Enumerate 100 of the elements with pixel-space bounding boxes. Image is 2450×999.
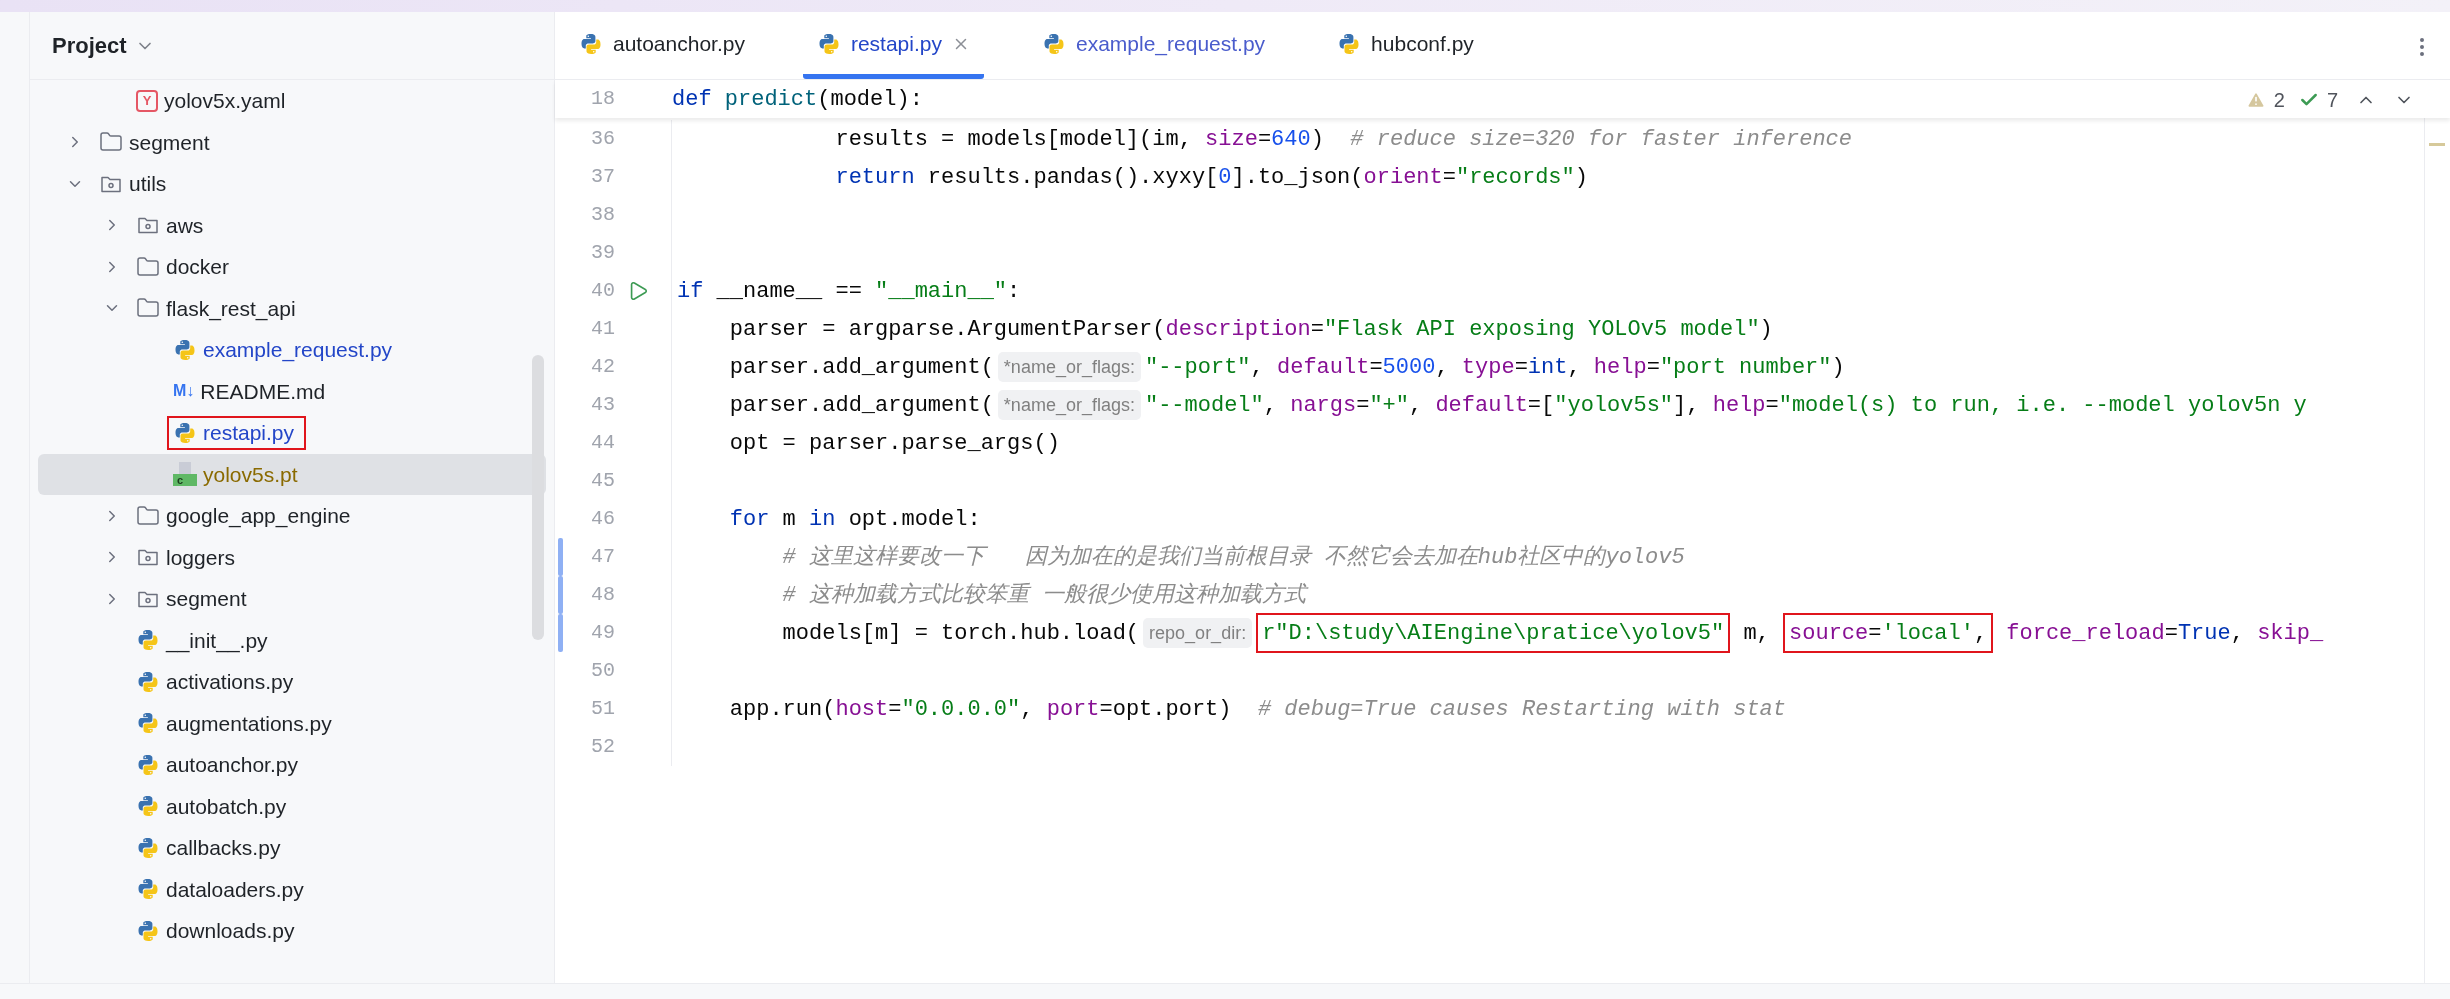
code-text: m,: [1742, 619, 1771, 648]
tree-item-label[interactable]: aws: [166, 209, 204, 241]
tree-item-label[interactable]: yolov5s.pt: [203, 458, 298, 490]
tree-row[interactable]: M↓ README.md: [38, 370, 546, 412]
line-number: 48: [590, 582, 615, 608]
tree-item-label[interactable]: activations.py: [166, 666, 294, 698]
tree-item-label[interactable]: docker: [166, 251, 230, 283]
code-text: source='local',: [1789, 619, 1988, 648]
code-text: app.run(host="0.0.0.0", port=opt.port) # debug=True causes Restarting with stat: [728, 695, 1787, 724]
code-text: "--model", nargs="+", default=["yolov5s"], help="model(s) to run, i.e. --model yolov5n y: [1144, 391, 2307, 420]
line-number: 49: [590, 620, 615, 646]
code-text: # 这种加载方式比较笨重 一般很少使用这种加载方式: [781, 581, 1307, 610]
tree-item-label[interactable]: loggers: [166, 541, 235, 573]
line-number: 18: [590, 86, 615, 112]
tree-row[interactable]: augmentations.py: [38, 702, 546, 744]
code-text: parser.add_argument(: [728, 353, 994, 382]
tree-row[interactable]: autoanchor.py: [38, 744, 546, 786]
parameter-hint: *name_or_flags:: [997, 390, 1141, 420]
code-text: "--port", default=5000, type=int, help="port number"): [1144, 353, 1845, 382]
tree-item-label[interactable]: segment: [129, 126, 210, 158]
tree-row[interactable]: google_app_engine: [38, 495, 546, 537]
yaml-file-icon: Y: [136, 89, 158, 112]
scrollbar-thumb[interactable]: [532, 355, 544, 640]
code-text: results = models[model](im, size=640) # reduce size=320 for faster inference: [834, 125, 1852, 154]
line-number: 36: [590, 126, 615, 152]
line-number: 39: [590, 240, 615, 266]
folder-icon: [136, 254, 160, 279]
editor-tab[interactable]: hubconf.py: [1323, 13, 1488, 79]
tree-row[interactable]: docker: [38, 246, 546, 288]
folder-icon: [136, 503, 160, 528]
tree-item-label[interactable]: autoanchor.py: [166, 749, 298, 781]
tree-item-label[interactable]: yolov5x.yaml: [164, 85, 286, 117]
code-text: def predict(model):: [672, 85, 923, 114]
tree-item-label[interactable]: downloads.py: [166, 915, 295, 947]
tree-row[interactable]: aws: [38, 204, 546, 246]
tree-row[interactable]: activations.py: [38, 661, 546, 703]
python-file-icon: [136, 877, 160, 902]
tree-row[interactable]: segment: [38, 121, 546, 163]
tree-row[interactable]: restapi.py: [38, 412, 546, 454]
code-text: parser = argparse.ArgumentParser(description="Flask API exposing YOLOv5 model"): [728, 315, 1773, 344]
tree-item-label[interactable]: example_request.py: [203, 334, 393, 366]
panel-title[interactable]: Project: [52, 29, 127, 62]
tree-item-label[interactable]: README.md: [200, 375, 326, 407]
editor-tab[interactable]: example_request.py: [1028, 13, 1280, 79]
tree-item-label[interactable]: augmentations.py: [166, 707, 332, 739]
tree-item-label[interactable]: autobatch.py: [166, 790, 287, 822]
line-number: 41: [590, 316, 615, 342]
python-file-icon: [136, 918, 160, 943]
code-text: opt = parser.parse_args(): [728, 429, 1060, 458]
tree-row[interactable]: c yolov5s.pt: [38, 453, 546, 495]
python-file-icon: [136, 628, 160, 653]
code-text: parser.add_argument(: [728, 391, 994, 420]
tree-item-label[interactable]: google_app_engine: [166, 500, 351, 532]
python-file-icon: [136, 794, 160, 819]
code-text: force_reload=True, skip_: [2005, 619, 2324, 648]
parameter-hint: *name_or_flags:: [997, 352, 1141, 382]
tree-row[interactable]: example_request.py: [38, 329, 546, 371]
error-stripe-marker[interactable]: [2429, 143, 2445, 146]
code-text: models[m] = torch.hub.load(: [781, 619, 1140, 648]
change-marker[interactable]: [558, 614, 563, 652]
line-number: 51: [590, 696, 615, 722]
code-text: # 这里这样要改一下 因为加在的是我们当前根目录 不然它会去加在hub社区中的yolov5: [781, 543, 1685, 572]
change-marker[interactable]: [558, 538, 563, 576]
tree-item-label[interactable]: callbacks.py: [166, 832, 281, 864]
tree-row[interactable]: __init__.py: [38, 619, 546, 661]
change-marker[interactable]: [558, 576, 563, 614]
line-number: 43: [590, 392, 615, 418]
tree-item-label[interactable]: dataloaders.py: [166, 873, 304, 905]
tree-row[interactable]: utils: [38, 163, 546, 205]
python-file-icon: [173, 337, 197, 362]
tree-row[interactable]: segment: [38, 578, 546, 620]
line-number: 40: [590, 278, 615, 304]
code-text: for m in opt.model:: [728, 505, 981, 534]
tree-row[interactable]: flask_rest_api: [38, 287, 546, 329]
line-number: 38: [590, 202, 615, 228]
python-file-icon: [1042, 31, 1066, 56]
tree-row[interactable]: downloads.py: [38, 910, 546, 952]
code-text: if __name__ == "__main__":: [677, 277, 1021, 306]
tree-row[interactable]: Y yolov5x.yaml: [38, 80, 546, 122]
warning-count: 2: [2273, 88, 2285, 113]
tree-row[interactable]: callbacks.py: [38, 827, 546, 869]
markdown-file-icon: M↓: [173, 383, 195, 400]
code-text: r"D:\study\AIEngine\pratice\yolov5": [1262, 619, 1725, 648]
tree-item-label[interactable]: restapi.py: [203, 417, 295, 449]
python-file-icon: [173, 420, 197, 445]
tree-item-label[interactable]: flask_rest_api: [166, 292, 296, 324]
python-file-icon: [579, 31, 603, 56]
tree-item-label[interactable]: utils: [129, 168, 167, 200]
tree-item-label[interactable]: __init__.py: [166, 624, 268, 656]
line-number: 50: [590, 658, 615, 684]
parameter-hint: repo_or_dir:: [1143, 618, 1253, 648]
tree-row[interactable]: loggers: [38, 536, 546, 578]
line-number: 46: [590, 506, 615, 532]
tree-row[interactable]: autobatch.py: [38, 785, 546, 827]
tree-item-label[interactable]: segment: [166, 583, 247, 615]
editor-tab[interactable]: autoanchor.py: [565, 13, 759, 79]
python-file-icon: [136, 711, 160, 736]
tree-row[interactable]: dataloaders.py: [38, 868, 546, 910]
python-file-icon: [136, 835, 160, 860]
python-file-icon: [136, 669, 160, 694]
